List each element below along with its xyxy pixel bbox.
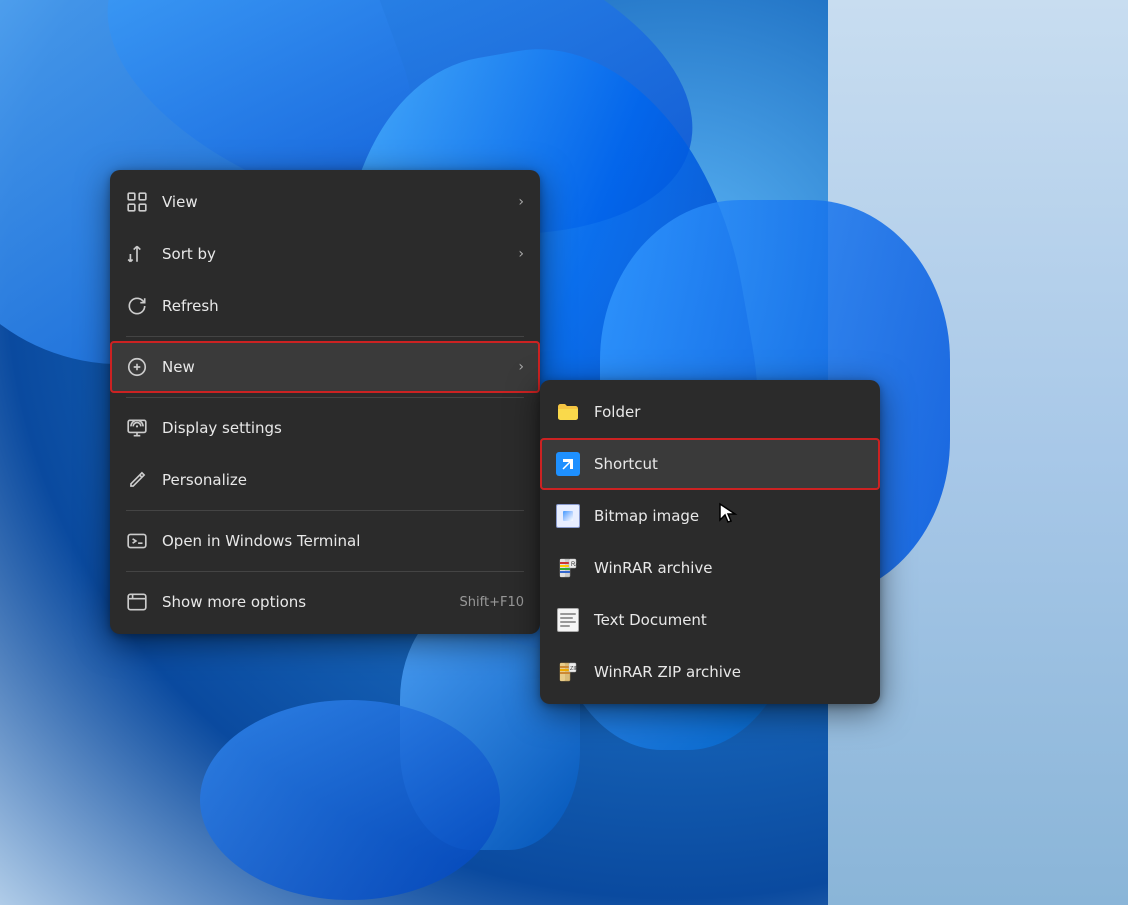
chevron-icon: ›: [518, 359, 524, 375]
menu-item-new-label: New: [162, 358, 504, 376]
folder-icon: [556, 400, 580, 424]
menu-item-refresh-label: Refresh: [162, 297, 524, 315]
menu-item-terminal-label: Open in Windows Terminal: [162, 532, 524, 550]
submenu-item-folder-label: Folder: [594, 403, 864, 421]
submenu-item-shortcut-label: Shortcut: [594, 455, 864, 473]
winrarziparchive-icon: ZIP: [556, 660, 580, 684]
grid-icon: [126, 191, 148, 213]
svg-text:ZIP: ZIP: [570, 666, 579, 672]
divider-3: [126, 510, 524, 511]
main-context-menu: View › Sort by › Refresh: [110, 170, 540, 634]
chevron-icon: ›: [518, 194, 524, 210]
submenu-item-bitmap-label: Bitmap image: [594, 507, 864, 525]
chevron-icon: ›: [518, 246, 524, 262]
menu-item-more-shortcut: Shift+F10: [460, 595, 524, 610]
menu-item-personalize[interactable]: Personalize: [110, 454, 540, 506]
sort-icon: [126, 243, 148, 265]
new-icon: [126, 356, 148, 378]
shortcut-icon: [556, 452, 580, 476]
menu-item-refresh[interactable]: Refresh: [110, 280, 540, 332]
menu-item-new[interactable]: New ›: [110, 341, 540, 393]
menu-item-sort-label: Sort by: [162, 245, 504, 263]
menu-item-display[interactable]: Display settings: [110, 402, 540, 454]
personalize-icon: [126, 469, 148, 491]
refresh-icon: [126, 295, 148, 317]
display-icon: [126, 417, 148, 439]
svg-text:RAR: RAR: [571, 562, 580, 568]
divider-4: [126, 571, 524, 572]
submenu-item-textdoc-label: Text Document: [594, 611, 864, 629]
submenu-item-textdoc[interactable]: Text Document: [540, 594, 880, 646]
bitmap-icon: [556, 504, 580, 528]
textdoc-icon: [556, 608, 580, 632]
divider-1: [126, 336, 524, 337]
submenu-item-winrar-label: WinRAR archive: [594, 559, 864, 577]
submenu-item-bitmap[interactable]: Bitmap image: [540, 490, 880, 542]
menu-item-more-label: Show more options: [162, 593, 446, 611]
new-submenu: Folder Shortcut Bitmap image: [540, 380, 880, 704]
submenu-item-winrar[interactable]: RAR WinRAR archive: [540, 542, 880, 594]
menu-item-view[interactable]: View ›: [110, 176, 540, 228]
menu-item-terminal[interactable]: Open in Windows Terminal: [110, 515, 540, 567]
menu-item-sort[interactable]: Sort by ›: [110, 228, 540, 280]
menu-item-personalize-label: Personalize: [162, 471, 524, 489]
submenu-item-winrarziparchive-label: WinRAR ZIP archive: [594, 663, 864, 681]
terminal-icon: [126, 530, 148, 552]
submenu-item-winrarziparchive[interactable]: ZIP WinRAR ZIP archive: [540, 646, 880, 698]
submenu-item-folder[interactable]: Folder: [540, 386, 880, 438]
menu-item-view-label: View: [162, 193, 504, 211]
divider-2: [126, 397, 524, 398]
submenu-item-shortcut[interactable]: Shortcut: [540, 438, 880, 490]
more-icon: [126, 591, 148, 613]
menu-item-more[interactable]: Show more options Shift+F10: [110, 576, 540, 628]
winrar-icon: RAR: [556, 556, 580, 580]
menu-item-display-label: Display settings: [162, 419, 524, 437]
context-menu-area: View › Sort by › Refresh: [110, 170, 540, 634]
